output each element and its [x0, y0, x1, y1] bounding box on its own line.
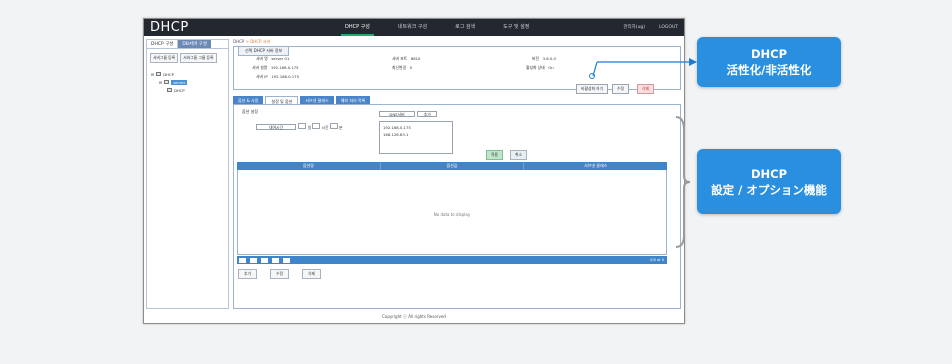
callout-title: DHCP — [750, 47, 788, 61]
callout-text: 活性化/非活性化 — [726, 63, 812, 77]
callout-title: DHCP — [750, 166, 788, 181]
callout-activate: DHCP 活性化/非活性化 — [697, 37, 841, 87]
callout-settings: DHCP 設定 / オプション機能 — [697, 149, 841, 214]
callout-text: 設定 / オプション機能 — [711, 182, 827, 197]
